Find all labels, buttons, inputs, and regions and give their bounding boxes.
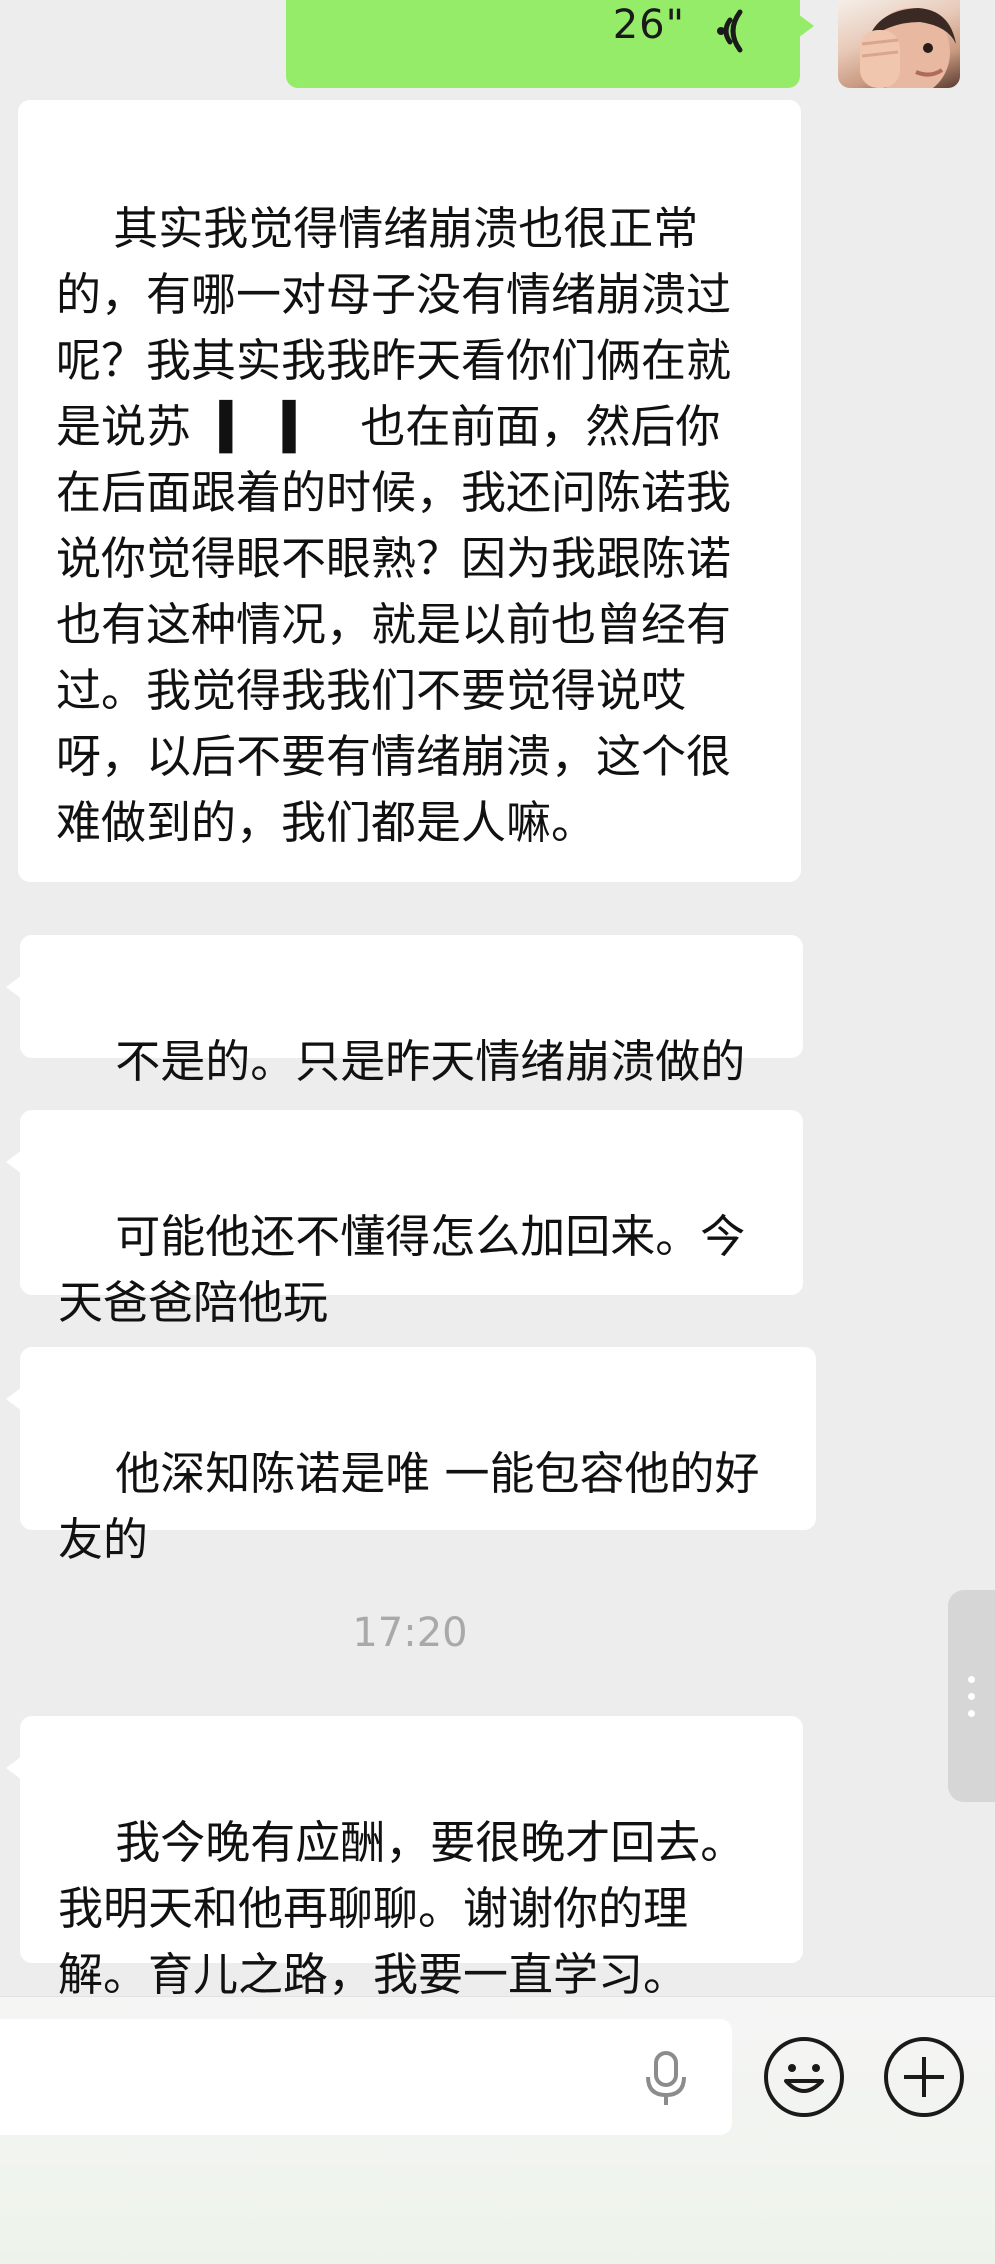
message-text: 他深知陈诺是唯 一能包容他的好友的 bbox=[58, 1447, 760, 1566]
message-input[interactable] bbox=[0, 2019, 732, 2135]
plus-icon[interactable] bbox=[882, 2035, 966, 2119]
message-text: 不是的。只是昨天情绪崩溃做的 bbox=[115, 1035, 746, 1088]
emoji-icon[interactable] bbox=[762, 2035, 846, 2119]
message-bubble[interactable]: 其实我觉得情绪崩溃也很正常的，有哪一对母子没有情绪崩溃过呢？我其实我我昨天看你们… bbox=[18, 100, 801, 882]
voice-wave-icon bbox=[717, 9, 743, 53]
message-bubble[interactable]: 他深知陈诺是唯 一能包容他的好友的 bbox=[6, 1347, 816, 1566]
microphone-icon[interactable] bbox=[638, 2049, 694, 2109]
message-text: 其实我觉得情绪崩溃也很正常的，有哪一对母子没有情绪崩溃过呢？我其实我我昨天看你们… bbox=[56, 202, 732, 849]
message-bubble[interactable]: 不是的。只是昨天情绪崩溃做的 bbox=[6, 935, 803, 1088]
message-text: 可能他还不懂得怎么加回来。今天爸爸陪他玩 bbox=[58, 1210, 746, 1329]
avatar-image bbox=[860, 8, 956, 88]
message-bubble[interactable]: 可能他还不懂得怎么加回来。今天爸爸陪他玩 bbox=[6, 1110, 803, 1329]
message-timestamp: 17:20 bbox=[352, 1610, 468, 1656]
more-dots-icon bbox=[968, 1676, 976, 1717]
input-bar bbox=[0, 1996, 995, 2264]
message-bubble[interactable]: 我今晚有应酬，要很晚才回去。我明天和他再聊聊。谢谢你的理解。育儿之路，我要一直学… bbox=[6, 1716, 803, 2001]
side-drawer-handle[interactable] bbox=[948, 1590, 995, 1802]
message-text: 我今晚有应酬，要很晚才回去。我明天和他再聊聊。谢谢你的理解。育儿之路，我要一直学… bbox=[58, 1816, 746, 2001]
voice-duration: 26" bbox=[612, 2, 685, 48]
voice-message-bubble[interactable]: 26" bbox=[286, 0, 814, 88]
avatar[interactable] bbox=[838, 0, 960, 88]
chat-area: 26" 其实我觉得情绪崩溃也很正常的，有哪一对母子没有情绪崩溃过呢？我其实我我昨… bbox=[0, 0, 995, 2001]
